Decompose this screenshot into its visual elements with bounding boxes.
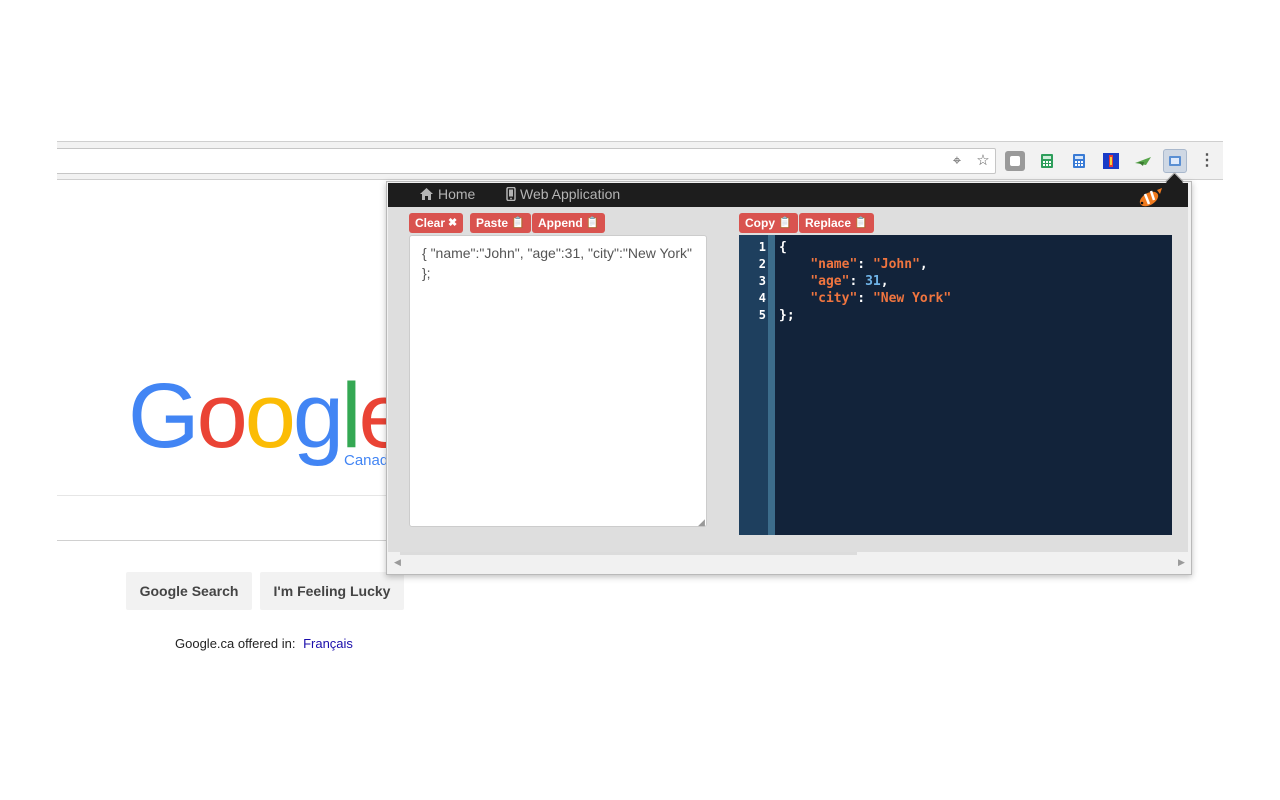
logo-letter: o bbox=[196, 365, 248, 467]
code-text: }; bbox=[779, 308, 795, 323]
nav-web-application[interactable]: Web Application bbox=[506, 186, 620, 202]
offered-in: Google.ca offered in: Français bbox=[175, 636, 353, 651]
popup-content: Clear ✖ Paste 📋 Append 📋 { "name":"John"… bbox=[388, 207, 1188, 552]
json-comma: , bbox=[880, 274, 889, 289]
colorful-extension-icon[interactable] bbox=[1101, 151, 1121, 171]
scroll-right-icon[interactable]: ▶ bbox=[1178, 557, 1185, 568]
calculator-blue-icon[interactable] bbox=[1069, 151, 1089, 171]
json-separator: : bbox=[849, 274, 866, 289]
mobile-phone-icon bbox=[506, 187, 516, 201]
google-search-button[interactable]: Google Search bbox=[126, 572, 252, 610]
textarea-resize-handle-icon[interactable]: ◢ bbox=[698, 518, 706, 527]
line-number: 4 bbox=[758, 291, 766, 305]
code-line: { bbox=[779, 239, 787, 256]
append-button[interactable]: Append 📋 bbox=[532, 213, 606, 233]
copy-button[interactable]: Copy 📋 bbox=[739, 213, 798, 233]
gutter-edge bbox=[768, 235, 775, 535]
line-number: 1 bbox=[758, 240, 766, 254]
clear-button-label: Clear bbox=[415, 216, 446, 230]
search-box-top-edge bbox=[57, 495, 387, 496]
nav-home[interactable]: Home bbox=[419, 186, 475, 202]
json-string-value: "John" bbox=[872, 257, 920, 272]
scroll-left-icon[interactable]: ◀ bbox=[394, 557, 401, 568]
language-link[interactable]: Français bbox=[303, 636, 353, 651]
tab-extension-icon[interactable] bbox=[1005, 151, 1025, 171]
horizontal-scrollbar[interactable]: ◀ ▶ bbox=[388, 552, 1188, 572]
paste-button[interactable]: Paste 📋 bbox=[470, 213, 531, 233]
browser-toolbar: ⌖ ☆ ⋮ bbox=[57, 141, 1223, 180]
home-icon bbox=[420, 188, 433, 200]
clipboard-icon: 📋 bbox=[511, 217, 525, 229]
replace-button[interactable]: Replace 📋 bbox=[799, 213, 874, 233]
nav-web-app-label: Web Application bbox=[520, 186, 621, 202]
calculator-green-icon[interactable] bbox=[1037, 151, 1057, 171]
close-icon: ✖ bbox=[448, 217, 458, 229]
logo-letter: g bbox=[292, 365, 344, 467]
code-line: "name": "John", bbox=[779, 256, 928, 273]
code-line: "city": "New York" bbox=[779, 290, 951, 307]
browser-menu-icon[interactable]: ⋮ bbox=[1199, 151, 1215, 171]
google-region-label: Canad bbox=[344, 452, 389, 469]
search-box-bottom-edge bbox=[57, 540, 387, 541]
logo-letter: o bbox=[244, 365, 296, 467]
address-bar[interactable]: ⌖ ☆ bbox=[57, 148, 996, 174]
logo-letter: G bbox=[128, 365, 200, 467]
code-line: }; bbox=[779, 307, 795, 324]
clipboard-icon: 📋 bbox=[778, 217, 792, 229]
json-separator: : bbox=[857, 257, 873, 272]
offered-in-label: Google.ca offered in: bbox=[175, 636, 296, 651]
google-logo: Google bbox=[128, 365, 410, 467]
json-comma: , bbox=[919, 257, 928, 272]
json-key: "name" bbox=[810, 257, 858, 272]
code-text: { bbox=[779, 240, 787, 255]
location-target-icon[interactable]: ⌖ bbox=[949, 153, 965, 169]
popup-navbar: Home Web Application bbox=[388, 183, 1188, 207]
line-number: 5 bbox=[758, 308, 766, 322]
json-string-value: "New York" bbox=[872, 291, 952, 306]
clipboard-icon: 📋 bbox=[854, 217, 868, 229]
clipboard-icon: 📋 bbox=[585, 217, 600, 229]
json-extension-icon[interactable] bbox=[1163, 149, 1187, 173]
star-icon[interactable]: ☆ bbox=[975, 153, 991, 169]
clear-button[interactable]: Clear ✖ bbox=[409, 213, 464, 233]
extension-popup: Home Web Application Clear ✖ Paste 📋 App… bbox=[386, 181, 1192, 575]
json-number-value: 31 bbox=[865, 274, 881, 289]
plane-extension-icon[interactable] bbox=[1133, 151, 1153, 171]
feeling-lucky-button[interactable]: I'm Feeling Lucky bbox=[260, 572, 404, 610]
json-key: "age" bbox=[810, 274, 850, 289]
json-input-textarea[interactable]: { "name":"John", "age":31, "city":"New Y… bbox=[409, 235, 707, 527]
nav-home-label: Home bbox=[438, 186, 476, 202]
logo-letter: l bbox=[341, 365, 362, 467]
json-code-editor[interactable]: 1 2 3 4 5 { "name": "John", "age": 31, "… bbox=[739, 235, 1172, 535]
clownfish-logo-icon bbox=[1136, 188, 1164, 208]
replace-button-label: Replace bbox=[805, 216, 852, 230]
append-button-label: Append bbox=[538, 216, 583, 230]
code-line: "age": 31, bbox=[779, 273, 889, 290]
scrollbar-thumb[interactable] bbox=[400, 552, 857, 555]
line-number: 3 bbox=[758, 274, 766, 288]
json-separator: : bbox=[857, 291, 873, 306]
json-key: "city" bbox=[810, 291, 858, 306]
line-number-gutter: 1 2 3 4 5 bbox=[739, 235, 768, 535]
line-number: 2 bbox=[758, 257, 766, 271]
paste-button-label: Paste bbox=[476, 216, 509, 230]
copy-button-label: Copy bbox=[745, 216, 775, 230]
